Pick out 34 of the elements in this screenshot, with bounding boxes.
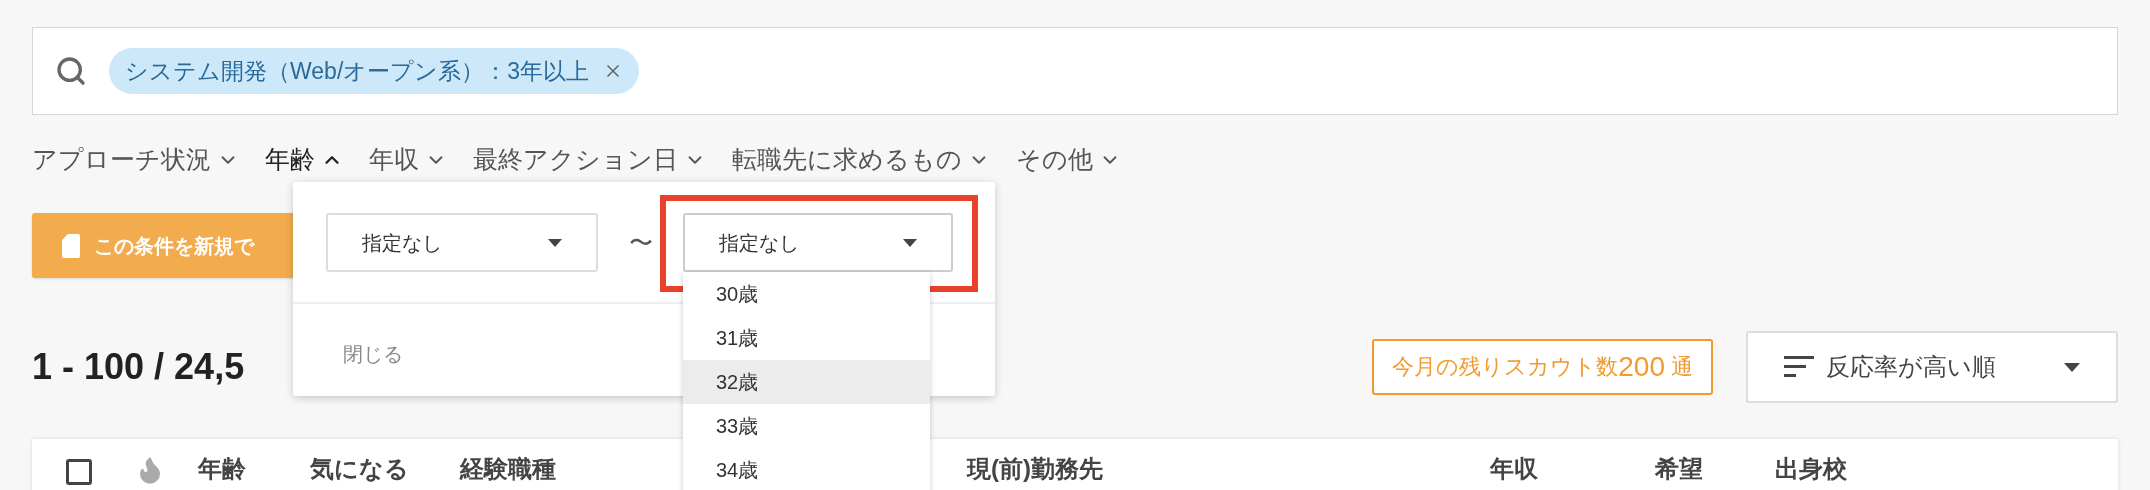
result-count: 1 - 100 / 24,5 — [32, 345, 245, 389]
age-option[interactable]: 32歳 — [683, 360, 930, 404]
filter-dropdown[interactable]: 年齢 — [265, 141, 343, 179]
age-option[interactable]: 34歳 — [683, 448, 930, 490]
column-header[interactable]: 年齢 — [198, 455, 246, 482]
search-field[interactable]: システム開発（Web/オープン系）：3年以上 — [32, 27, 2118, 115]
filter-dropdown[interactable]: その他 — [1016, 141, 1121, 179]
close-link[interactable]: 閉じる — [343, 339, 403, 369]
age-from-select[interactable]: 指定なし — [326, 213, 598, 272]
column-header[interactable]: 気になる — [310, 455, 409, 482]
column-header[interactable]: 希望 — [1655, 455, 1703, 482]
age-option[interactable]: 33歳 — [683, 404, 930, 448]
age-option[interactable]: 31歳 — [683, 316, 930, 360]
range-separator: 〜 — [627, 227, 654, 258]
filter-dropdown[interactable]: 最終アクション日 — [473, 141, 706, 179]
caret-icon — [2064, 362, 2080, 372]
sort-dropdown[interactable]: 反応率が高い順 — [1746, 331, 2118, 403]
scout-remaining-badge: 今月の残りスカウト数200 通 — [1372, 339, 1713, 395]
column-header[interactable]: 出身校 — [1775, 455, 1847, 482]
column-header[interactable]: 現(前)勤務先 — [967, 455, 1103, 482]
column-header[interactable]: 年収 — [1490, 455, 1538, 482]
age-to-select[interactable]: 指定なし — [683, 213, 953, 272]
card-icon — [62, 233, 80, 258]
tag-label: システム開発（Web/オープン系）：3年以上 — [125, 56, 590, 86]
age-option[interactable]: 30歳 — [683, 272, 930, 316]
sort-icon — [1784, 356, 1814, 378]
caret-icon — [903, 238, 917, 247]
search-icon — [55, 55, 87, 87]
select-all-checkbox[interactable] — [66, 459, 92, 485]
filter-dropdown[interactable]: アプローチ状況 — [32, 141, 239, 179]
filter-dropdown[interactable]: 年収 — [369, 141, 447, 179]
filter-dropdown[interactable]: 転職先に求めるもの — [732, 141, 990, 179]
column-header[interactable]: 経験職種 — [460, 455, 556, 482]
caret-icon — [548, 238, 562, 247]
